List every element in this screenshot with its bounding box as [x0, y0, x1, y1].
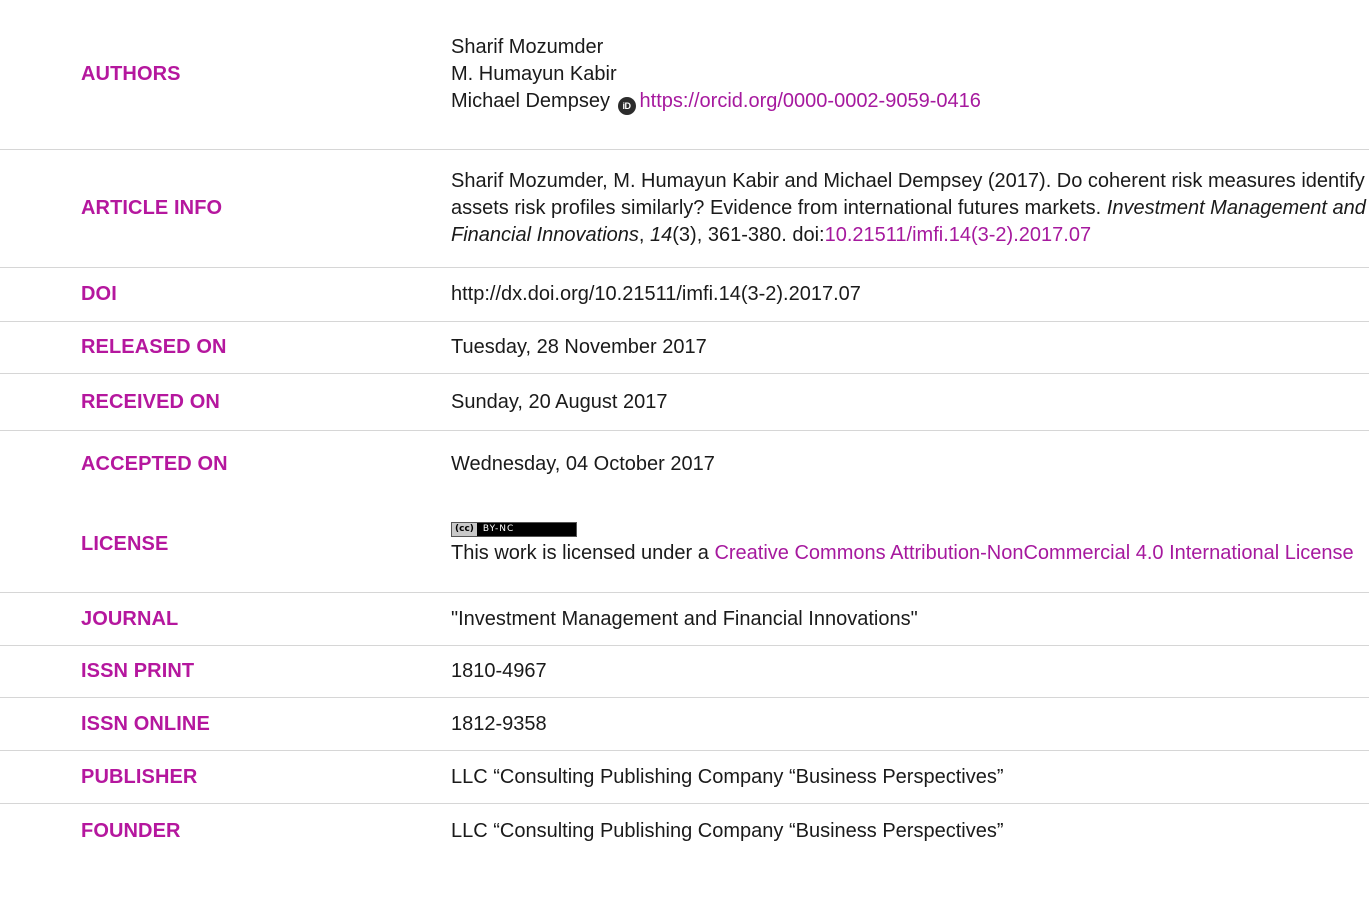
row-issn-online: ISSN ONLINE 1812-9358 [0, 698, 1369, 751]
value-issn-print: 1810-4967 [451, 646, 1369, 697]
released-date: Tuesday, 28 November 2017 [451, 336, 707, 358]
author-name: Sharif Mozumder [451, 35, 604, 58]
orcid-link[interactable]: https://orcid.org/0000-0002-9059-0416 [640, 90, 981, 112]
label-authors: AUTHORS [81, 63, 181, 85]
received-date: Sunday, 20 August 2017 [451, 390, 668, 413]
publisher-name: LLC “Consulting Publishing Company “Busi… [451, 765, 1004, 788]
row-doi: DOI http://dx.doi.org/10.21511/imfi.14(3… [0, 268, 1369, 322]
orcid-icon[interactable]: iD [617, 97, 636, 116]
citation-text: Sharif Mozumder, M. Humayun Kabir and Mi… [451, 168, 1369, 249]
author-entry: Michael Dempsey iD https://orcid.org/0000… [451, 88, 1369, 116]
value-doi: http://dx.doi.org/10.21511/imfi.14(3-2).… [451, 268, 1369, 321]
value-license: (cc) BY-NC This work is licensed under a… [451, 497, 1369, 592]
accepted-date: Wednesday, 04 October 2017 [451, 452, 715, 475]
label-received-on: RECEIVED ON [81, 390, 220, 413]
value-received-on: Sunday, 20 August 2017 [451, 374, 1369, 430]
label-founder: FOUNDER [81, 819, 181, 842]
row-journal: JOURNAL "Investment Management and Finan… [0, 593, 1369, 646]
citation-doi-link[interactable]: 10.21511/imfi.14(3-2).2017.07 [825, 224, 1091, 246]
value-authors: Sharif Mozumder M. Humayun Kabir Michael… [451, 0, 1369, 149]
label-doi: DOI [81, 283, 117, 305]
label-issn-print: ISSN PRINT [81, 660, 195, 682]
cc-license-badge[interactable]: (cc) BY-NC [451, 522, 577, 537]
row-released-on: RELEASED ON Tuesday, 28 November 2017 [0, 322, 1369, 374]
row-received-on: RECEIVED ON Sunday, 20 August 2017 [0, 374, 1369, 431]
license-prefix: This work is licensed under a [451, 542, 715, 564]
label-publisher: PUBLISHER [81, 765, 198, 788]
author-name: M. Humayun Kabir [451, 62, 617, 85]
license-text: This work is licensed under a Creative C… [451, 540, 1369, 567]
founder-name: LLC “Consulting Publishing Company “Busi… [451, 819, 1004, 842]
doi-text: http://dx.doi.org/10.21511/imfi.14(3-2).… [451, 283, 861, 305]
issn-print-number: 1810-4967 [451, 660, 547, 682]
label-license: LICENSE [81, 533, 169, 555]
row-founder: FOUNDER LLC “Consulting Publishing Compa… [0, 804, 1369, 858]
license-link[interactable]: Creative Commons Attribution-NonCommerci… [714, 542, 1353, 564]
cc-logo-icon: (cc) [452, 523, 477, 536]
value-founder: LLC “Consulting Publishing Company “Busi… [451, 804, 1369, 858]
citation-volume: 14 [650, 224, 673, 246]
row-issn-print: ISSN PRINT 1810-4967 [0, 646, 1369, 698]
journal-name: "Investment Management and Financial Inn… [451, 607, 918, 630]
citation-separator: , [638, 224, 651, 246]
author-name: Michael Dempsey [451, 89, 610, 112]
value-article-info: Sharif Mozumder, M. Humayun Kabir and Mi… [451, 150, 1369, 267]
row-publisher: PUBLISHER LLC “Consulting Publishing Com… [0, 751, 1369, 804]
value-journal: "Investment Management and Financial Inn… [451, 593, 1369, 645]
label-article-info: ARTICLE INFO [81, 197, 223, 219]
label-journal: JOURNAL [81, 607, 179, 630]
row-article-info: ARTICLE INFO Sharif Mozumder, M. Humayun… [0, 150, 1369, 268]
value-released-on: Tuesday, 28 November 2017 [451, 322, 1369, 373]
row-authors: AUTHORS Sharif Mozumder M. Humayun Kabir… [0, 0, 1369, 150]
row-license: LICENSE (cc) BY-NC This work is licensed… [0, 497, 1369, 593]
row-accepted-on: ACCEPTED ON Wednesday, 04 October 2017 [0, 431, 1369, 497]
issn-online-number: 1812-9358 [451, 712, 547, 735]
value-accepted-on: Wednesday, 04 October 2017 [451, 431, 1369, 497]
citation-issue-pages: (3), 361-380. doi: [672, 224, 825, 246]
value-issn-online: 1812-9358 [451, 698, 1369, 750]
cc-terms-label: BY-NC [476, 523, 576, 536]
value-publisher: LLC “Consulting Publishing Company “Busi… [451, 751, 1369, 803]
label-issn-online: ISSN ONLINE [81, 712, 210, 735]
label-released-on: RELEASED ON [81, 336, 227, 358]
label-accepted-on: ACCEPTED ON [81, 452, 228, 475]
